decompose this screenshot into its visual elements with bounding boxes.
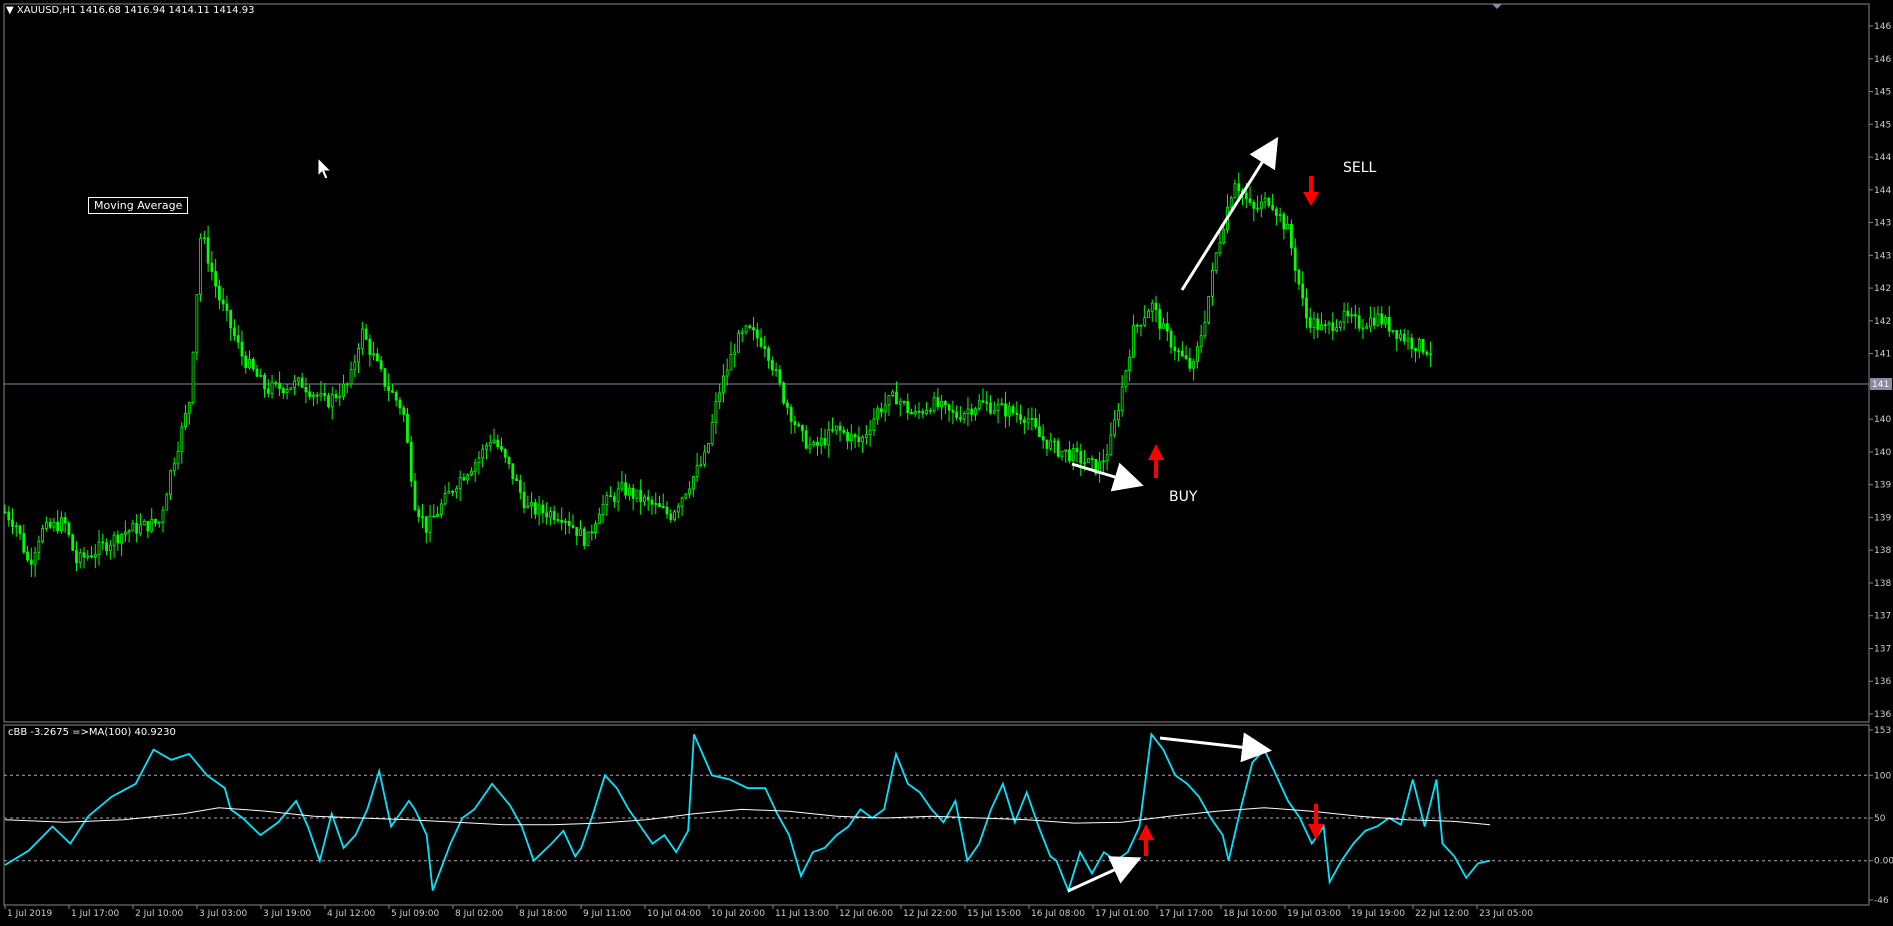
y-tick-label-main: 141 [1874,350,1891,360]
candle [1094,459,1098,476]
x-tick-label: 8 Jul 18:00 [519,909,568,919]
x-tick-label: 8 Jul 02:00 [455,909,504,919]
candle [195,294,199,361]
x-tick-label: 12 Jul 06:00 [839,909,893,919]
y-tick-label-main: 146 [1874,55,1891,65]
x-tick-label: 9 Jul 11:00 [583,909,632,919]
svg-text:141: 141 [1872,380,1889,390]
x-tick-label: 19 Jul 19:00 [1351,909,1405,919]
x-tick-label: 10 Jul 20:00 [711,909,765,919]
y-tick-label-main: 136 [1874,677,1891,687]
y-tick-label-main: 145 [1874,120,1891,130]
x-tick-label: 18 Jul 10:00 [1223,909,1277,919]
y-tick-label-main: 138 [1874,579,1891,589]
candle [706,442,710,454]
x-tick-label: 15 Jul 15:00 [967,909,1021,919]
candle [191,351,195,406]
y-tick-label-main: 137 [1874,612,1891,622]
x-tick-label: 2 Jul 10:00 [135,909,184,919]
x-tick-label: 23 Jul 05:00 [1479,909,1533,919]
candle [289,387,293,391]
y-tick-label-sub: -46 [1874,896,1889,906]
candle [165,492,169,511]
y-tick-label-main: 136 [1874,710,1891,720]
chart-svg[interactable]: 146 146 145 145 144 144 143 143 142 142 141 141 140 1… [0,0,1893,922]
y-tick-label-main: 143 [1874,219,1891,229]
y-tick-label-main: 144 [1874,186,1891,196]
y-tick-label-main: 143 [1874,251,1891,261]
y-tick-label-main: 139 [1874,481,1891,491]
subwindow-header: cBB -3.2675 =>MA(100) 40.9230 [8,727,176,738]
x-tick-label: 17 Jul 01:00 [1095,909,1149,919]
candle [1214,252,1218,275]
y-tick-label-main: 146 [1874,22,1891,32]
y-tick-label-main: 140 [1874,448,1891,458]
x-tick-label: 12 Jul 22:00 [903,909,957,919]
x-tick-label: 19 Jul 03:00 [1287,909,1341,919]
y-tick-label-sub: 50 [1874,814,1886,824]
chart-root: 146 146 145 145 144 144 143 143 142 142 141 141 140 1… [0,0,1893,922]
y-tick-label-main: 142 [1874,284,1891,294]
sell-label: SELL [1343,160,1377,176]
candle [586,531,590,546]
y-tick-label-main: 140 [1874,415,1891,425]
x-tick-label: 1 Jul 2019 [7,909,52,919]
candle [737,329,740,353]
candle [1056,438,1060,459]
x-tick-label: 1 Jul 17:00 [71,909,120,919]
current-price-tag: 141 [1870,378,1892,390]
candle [1421,338,1425,355]
x-tick-label: 4 Jul 12:00 [327,909,376,919]
x-tick-label: 11 Jul 13:00 [775,909,829,919]
candle [409,435,413,488]
moving-average-label[interactable]: Moving Average [88,197,189,214]
y-tick-label-main: 144 [1874,153,1891,163]
candle [1086,458,1090,464]
y-tick-label-main: 145 [1874,88,1891,98]
x-tick-label: 17 Jul 17:00 [1159,909,1213,919]
y-tick-label-main: 137 [1874,644,1891,654]
x-tick-label: 5 Jul 09:00 [391,909,440,919]
y-tick-label-main: 139 [1874,513,1891,523]
buy-label: BUY [1169,489,1198,505]
y-tick-label-sub: 0.00 [1874,857,1893,867]
y-tick-label-main: 142 [1874,317,1891,327]
candle [199,233,202,302]
x-tick-label: 16 Jul 08:00 [1031,909,1085,919]
x-tick-label: 22 Jul 12:00 [1415,909,1469,919]
candle [1207,295,1211,325]
y-tick-label-sub: 153 [1874,726,1891,736]
x-tick-label: 10 Jul 04:00 [647,909,701,919]
candle [71,533,75,551]
symbol-header: ▼ XAUUSD,H1 1416.68 1416.94 1414.11 1414… [6,5,255,16]
x-tick-label: 3 Jul 03:00 [199,909,248,919]
candle [1229,195,1233,209]
y-tick-label-sub: 100 [1874,771,1891,781]
candle [782,381,786,406]
y-tick-label-main: 138 [1874,546,1891,556]
x-tick-label: 3 Jul 19:00 [263,909,312,919]
